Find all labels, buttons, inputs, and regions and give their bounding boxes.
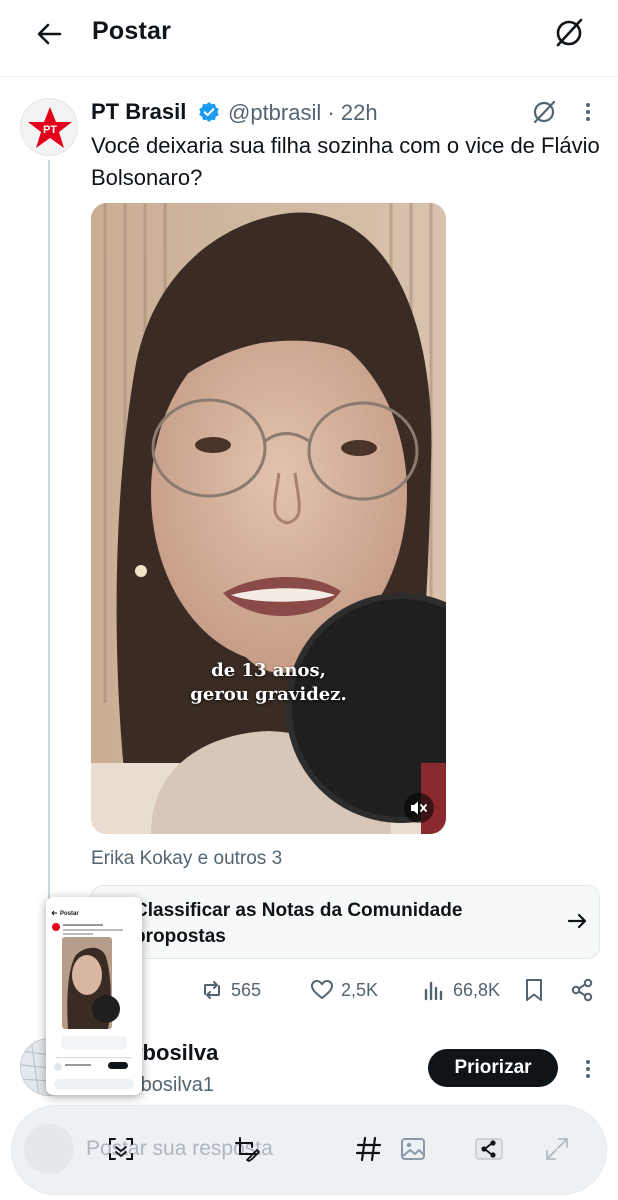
speaker-muted-icon	[411, 801, 427, 815]
share-button[interactable]	[569, 974, 601, 1006]
video-caption-line-2: gerou gravidez.	[190, 684, 347, 705]
post-actions-bar: 8 565 2,5K 66,8K	[91, 974, 611, 1006]
top-bar: Postar	[0, 0, 618, 66]
video-caption-line-1: de 13 anos,	[211, 660, 326, 681]
more-options-icon[interactable]	[580, 1057, 596, 1081]
heart-icon	[311, 980, 333, 999]
repost-button[interactable]: 565	[199, 974, 261, 1006]
bookmark-button[interactable]	[521, 974, 553, 1006]
arrow-right-icon	[567, 913, 587, 929]
pt-star-logo-icon: PT	[28, 107, 72, 148]
svg-text:Postar: Postar	[60, 911, 79, 917]
page-title: Postar	[92, 17, 172, 45]
prioritize-button[interactable]: Priorizar	[428, 1049, 558, 1087]
reply-author-name[interactable]: rbosilva	[134, 1040, 218, 1066]
image-icon[interactable]	[398, 1134, 428, 1164]
grok-icon[interactable]	[530, 98, 558, 126]
edit-crop-icon[interactable]	[232, 1134, 262, 1164]
author-handle[interactable]: @ptbrasil	[228, 100, 321, 125]
post-time: 22h	[340, 100, 378, 125]
author-handle-time: @ptbrasil · 22h	[228, 100, 378, 126]
like-count: 2,5K	[341, 979, 379, 1000]
verified-badge-icon	[199, 102, 219, 122]
view-count: 66,8K	[453, 979, 501, 1000]
scan-text-icon[interactable]	[106, 1134, 136, 1164]
video-caption: de 13 anos, gerou gravidez.	[91, 659, 446, 707]
hashtag-icon[interactable]	[354, 1134, 384, 1164]
separator-dot: ·	[327, 100, 335, 125]
reply-author-handle[interactable]: rbosilva1	[134, 1074, 214, 1097]
more-options-icon[interactable]	[580, 100, 596, 124]
views-chart-icon	[424, 981, 443, 1001]
grok-icon[interactable]	[552, 16, 586, 50]
svg-text:PT: PT	[43, 124, 57, 136]
author-avatar[interactable]: PT	[20, 98, 78, 156]
like-button[interactable]: 2,5K	[309, 974, 378, 1006]
repost-icon	[204, 981, 220, 999]
repost-count: 565	[231, 979, 262, 1000]
screenshot-thumbnail[interactable]: Postar	[46, 897, 142, 1095]
author-name[interactable]: PT Brasil	[91, 99, 186, 125]
screenshot-preview-image: Postar	[46, 897, 142, 1095]
video-player[interactable]: de 13 anos, gerou gravidez.	[91, 203, 446, 834]
reply-composer: Postar sua resposta	[12, 1106, 606, 1194]
share-screenshot-icon[interactable]	[474, 1134, 504, 1164]
mute-button[interactable]	[404, 793, 434, 823]
bookmark-icon	[526, 979, 542, 1001]
back-arrow-icon[interactable]	[34, 18, 66, 50]
community-notes-label: Classificar as Notas da Comunidade propo…	[134, 900, 463, 947]
expand-icon[interactable]	[542, 1134, 572, 1164]
community-notes-card[interactable]: Classificar as Notas da Comunidade propo…	[91, 885, 600, 959]
post-text: Você deixaria sua filha sozinha com o vi…	[91, 133, 600, 190]
share-icon	[571, 978, 593, 1002]
views-button[interactable]: 66,8K	[421, 974, 500, 1006]
header-divider	[0, 76, 618, 77]
tagged-users[interactable]: Erika Kokay e outros 3	[91, 848, 282, 870]
composer-avatar	[24, 1124, 74, 1174]
video-frame-image	[91, 203, 446, 834]
